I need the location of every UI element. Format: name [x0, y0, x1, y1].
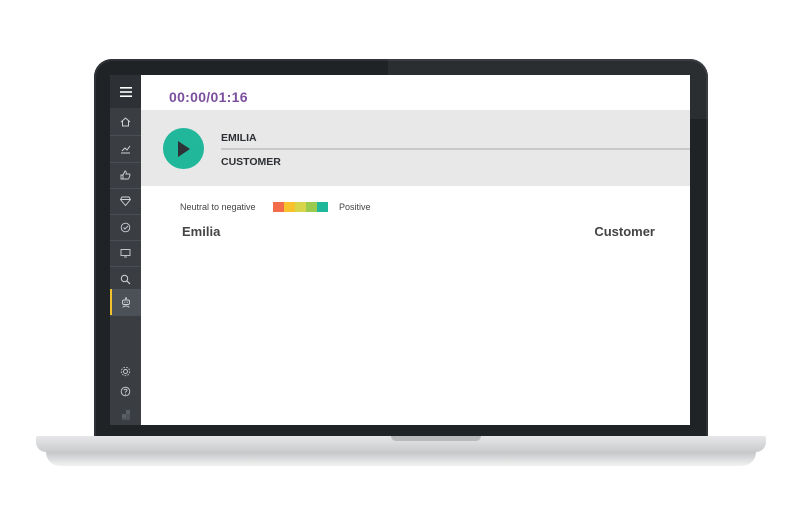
- player-band: EMILIA CUSTOMER: [141, 110, 690, 186]
- menu-icon[interactable]: [110, 75, 141, 108]
- laptop-base-shadow: [46, 452, 756, 466]
- sentiment-color-scale: [273, 202, 328, 212]
- diamond-icon[interactable]: [110, 188, 141, 215]
- speaker-emilia-track-label: EMILIA: [221, 132, 257, 144]
- legend-positive-label: Positive: [339, 202, 371, 212]
- screen-icon[interactable]: [110, 240, 141, 267]
- laptop-notch: [391, 436, 481, 441]
- check-circle-icon[interactable]: [110, 214, 141, 241]
- transcript-left-speaker: Emilia: [182, 224, 221, 239]
- logo-icon: [110, 402, 141, 425]
- scale-swatch: [317, 202, 328, 212]
- transcript-right-speaker: Customer: [594, 224, 655, 239]
- main-panel: 00:00/01:16 EMILIA CUSTOMER Neutral to n…: [141, 75, 690, 425]
- scale-swatch: [284, 202, 295, 212]
- scale-swatch: [306, 202, 317, 212]
- legend-negative-label: Neutral to negative: [180, 202, 256, 212]
- help-icon[interactable]: [110, 378, 141, 404]
- track-divider: [221, 148, 690, 150]
- robot-icon[interactable]: [110, 289, 141, 316]
- chart-icon[interactable]: [110, 136, 141, 163]
- scale-swatch: [273, 202, 284, 212]
- playback-time: 00:00/01:16: [169, 89, 248, 105]
- app-screen: 00:00/01:16 EMILIA CUSTOMER Neutral to n…: [110, 75, 690, 425]
- play-icon: [177, 140, 190, 157]
- laptop-base: [36, 436, 766, 452]
- scale-swatch: [295, 202, 306, 212]
- thumbs-up-icon[interactable]: [110, 162, 141, 189]
- speaker-customer-track-label: CUSTOMER: [221, 156, 281, 168]
- sidebar: [110, 75, 141, 425]
- play-button[interactable]: [163, 128, 204, 169]
- home-icon[interactable]: [110, 109, 141, 136]
